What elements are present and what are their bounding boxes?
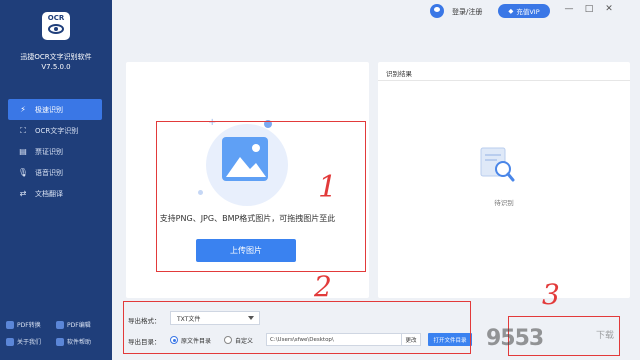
annotation-number-2: 2 xyxy=(314,270,332,303)
diamond-icon: ◆ xyxy=(508,7,514,15)
sidebar-item-label: 语音识别 xyxy=(35,168,63,177)
pdf-edit-icon xyxy=(56,320,64,329)
sidebar-item-voice[interactable]: 🎙 语音识别 xyxy=(8,162,102,183)
sidebar-item-fast-recognition[interactable]: ⚡ 极速识别 xyxy=(8,99,102,120)
ticket-icon: ▤ xyxy=(19,147,27,156)
logo-text: OCR xyxy=(47,14,65,22)
app-logo: OCR xyxy=(42,12,70,40)
about-link[interactable]: 关于我们 xyxy=(6,337,56,346)
sidebar: OCR 迅捷OCR文字识别软件 V7.5.0.0 ⚡ 极速识别 ⛶ OCR文字识… xyxy=(0,0,112,360)
sidebar-item-label: OCR文字识别 xyxy=(35,126,79,135)
sidebar-item-ticket[interactable]: ▤ 票证识别 xyxy=(8,141,102,162)
divider xyxy=(378,80,630,81)
sidebar-item-label: 极速识别 xyxy=(35,105,63,114)
site-watermark: 9553 下载 xyxy=(486,326,636,358)
pdf-edit-label: PDF编辑 xyxy=(67,322,91,329)
pdf-edit-link[interactable]: PDF编辑 xyxy=(56,320,106,329)
watermark-main: 9553 xyxy=(486,326,544,351)
sidebar-nav: ⚡ 极速识别 ⛶ OCR文字识别 ▤ 票证识别 🎙 语音识别 ⇄ 文档翻译 xyxy=(8,99,102,204)
bottom-links: PDF转换 PDF编辑 关于我们 软件帮助 xyxy=(6,320,106,346)
minimize-icon[interactable]: — xyxy=(562,4,576,14)
microphone-icon: 🎙 xyxy=(17,168,29,177)
sidebar-item-label: 文档翻译 xyxy=(35,189,63,198)
vip-button[interactable]: ◆ 充值VIP xyxy=(498,4,550,18)
topbar: 登录/注册 ◆ 充值VIP — □ ✕ xyxy=(112,0,640,26)
translate-icon: ⇄ xyxy=(19,189,27,198)
vip-label: 充值VIP xyxy=(516,8,540,16)
app-name: 迅捷OCR文字识别软件 xyxy=(20,53,92,61)
about-label: 关于我们 xyxy=(17,339,42,346)
document-search-icon xyxy=(480,147,515,182)
annotation-number-1: 1 xyxy=(318,170,338,205)
sidebar-item-translate[interactable]: ⇄ 文档翻译 xyxy=(8,183,102,204)
help-icon xyxy=(56,337,64,346)
help-link[interactable]: 软件帮助 xyxy=(56,337,106,346)
eye-icon xyxy=(48,24,64,34)
result-panel: 识别结果 待识别 xyxy=(378,62,630,298)
user-avatar-icon[interactable] xyxy=(430,4,444,18)
pdf-icon xyxy=(6,320,14,329)
annotation-box-2 xyxy=(123,301,471,354)
maximize-icon[interactable]: □ xyxy=(582,4,596,14)
login-link[interactable]: 登录/注册 xyxy=(452,7,482,17)
pdf-convert-label: PDF转换 xyxy=(17,322,41,329)
sidebar-item-label: 票证识别 xyxy=(35,147,63,156)
sidebar-item-ocr[interactable]: ⛶ OCR文字识别 xyxy=(8,120,102,141)
watermark-side: 下载 xyxy=(596,331,615,341)
app-version: V7.5.0.0 xyxy=(41,63,71,71)
pending-status: 待识别 xyxy=(494,199,514,207)
lightning-icon: ⚡ xyxy=(20,105,26,114)
result-title: 识别结果 xyxy=(386,70,412,78)
annotation-number-3: 3 xyxy=(542,278,560,311)
info-icon xyxy=(6,337,14,346)
pdf-convert-link[interactable]: PDF转换 xyxy=(6,320,56,329)
scan-icon: ⛶ xyxy=(20,125,26,135)
close-icon[interactable]: ✕ xyxy=(602,4,616,14)
help-label: 软件帮助 xyxy=(67,339,92,346)
